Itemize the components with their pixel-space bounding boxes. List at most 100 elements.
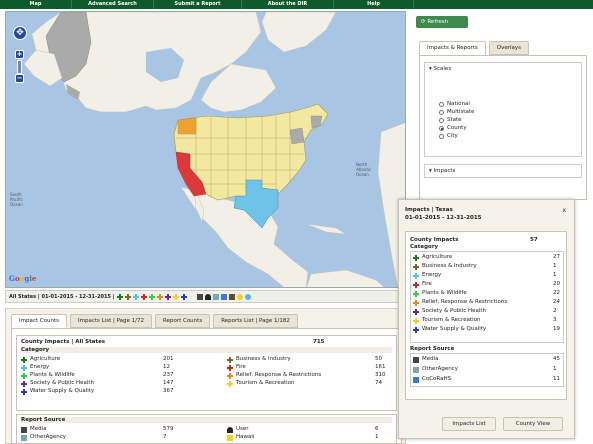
popup-category-count: 1 xyxy=(553,272,557,278)
report-source-section: Report Source Media 579 OtherAgency 7 Us… xyxy=(16,414,397,444)
google-logo: Google xyxy=(9,274,37,283)
source-count: 579 xyxy=(163,426,174,432)
globe-filter-icon[interactable] xyxy=(244,293,251,300)
relief-icon xyxy=(413,299,419,306)
tab-overlays[interactable]: Overlays xyxy=(488,41,530,55)
popup-source-row: Media xyxy=(413,356,439,363)
popup-source-list: Media 45 OtherAgency 1 CoCoRaHS 11 xyxy=(410,353,564,387)
popup-content: County Impacts 57 Category Agriculture 2… xyxy=(405,231,567,400)
popup-category-label: Plants & Wildlife xyxy=(422,290,467,296)
relief-filter-icon[interactable] xyxy=(156,293,163,300)
agriculture-icon xyxy=(413,254,419,261)
nav-about[interactable]: About the DIR xyxy=(242,0,334,9)
plants-filter-icon[interactable] xyxy=(148,293,155,300)
media-icon xyxy=(413,356,419,363)
popup-report-source-header: Report Source xyxy=(410,346,455,352)
plants-wildlife-icon xyxy=(21,372,27,379)
map-graphic xyxy=(23,12,405,287)
options-panel: ▾ Scales National Multistate State Count… xyxy=(419,55,587,200)
scales-header[interactable]: ▾ Scales xyxy=(429,66,451,72)
category-label: Energy xyxy=(30,364,50,370)
radio-multistate[interactable] xyxy=(439,110,444,115)
popup-category-row: Energy xyxy=(413,272,441,279)
popup-category-label: Tourism & Recreation xyxy=(422,317,481,323)
popup-category-row: Business & Industry xyxy=(413,263,477,270)
nav-advanced-search[interactable]: Advanced Search xyxy=(72,0,154,9)
relief-icon xyxy=(227,372,233,379)
popup-category-label: Business & Industry xyxy=(422,263,477,269)
impacts-label: Impacts xyxy=(433,168,456,174)
popup-category-count: 19 xyxy=(553,326,560,332)
close-icon[interactable]: x xyxy=(562,207,566,214)
popup-source-row: OtherAgency xyxy=(413,366,458,373)
tab-impact-counts[interactable]: Impact Counts xyxy=(11,314,67,328)
society-filter-icon[interactable] xyxy=(164,293,171,300)
county-view-button[interactable]: County View xyxy=(503,417,563,431)
agriculture-filter-icon[interactable] xyxy=(116,293,123,300)
scale-option[interactable]: State xyxy=(439,117,462,124)
source-label: Media xyxy=(30,426,47,432)
scale-option[interactable]: County xyxy=(439,125,467,132)
category-row: Society & Public Health xyxy=(21,380,94,387)
impacts-header[interactable]: ▾ Impacts xyxy=(429,168,455,174)
nav-submit-report[interactable]: Submit a Report xyxy=(154,0,242,9)
pan-control-icon[interactable]: ✥ xyxy=(13,26,27,40)
category-count: 201 xyxy=(163,356,174,362)
top-nav: Map Advanced Search Submit a Report Abou… xyxy=(0,0,593,9)
impacts-popup: Impacts | Texas x 01-01-2015 - 12-31-201… xyxy=(398,199,575,439)
sun-filter-icon[interactable] xyxy=(236,293,243,300)
scale-option[interactable]: Multistate xyxy=(439,109,474,116)
user-filter-icon[interactable] xyxy=(204,293,211,300)
zoom-slider[interactable] xyxy=(17,60,22,74)
category-count: 12 xyxy=(163,364,170,370)
water-icon xyxy=(21,388,27,395)
popup-date-range: 01-01-2015 - 12-31-2015 xyxy=(405,215,482,221)
refresh-button[interactable]: ⟳ Refresh xyxy=(416,16,468,28)
tab-report-counts[interactable]: Report Counts xyxy=(155,314,211,328)
radio-national[interactable] xyxy=(439,102,444,107)
nav-help[interactable]: Help xyxy=(334,0,414,9)
zoom-out-button[interactable]: − xyxy=(15,74,24,83)
zoom-in-button[interactable]: + xyxy=(15,50,24,59)
popup-category-list: Agriculture 27 Business & Industry 1 Ene… xyxy=(410,251,564,343)
scale-option[interactable]: National xyxy=(439,101,470,108)
popup-category-row: Fire xyxy=(413,281,432,288)
hawaii-filter-icon[interactable] xyxy=(228,293,235,300)
fire-icon xyxy=(227,364,233,371)
fire-filter-icon[interactable] xyxy=(140,293,147,300)
county-impacts-total: 715 xyxy=(313,339,325,345)
media-filter-icon[interactable] xyxy=(196,293,203,300)
popup-category-row: Tourism & Recreation xyxy=(413,317,481,324)
tab-reports-list[interactable]: Reports List | Page 1/182 xyxy=(213,314,298,328)
south-pacific-label: South Pacific Ocean xyxy=(10,192,23,207)
category-count: 310 xyxy=(375,372,386,378)
filter-bar: All States | 01-01-2015 - 12-31-2015 | xyxy=(5,290,406,303)
business-filter-icon[interactable] xyxy=(124,293,131,300)
source-count: 1 xyxy=(375,434,379,440)
category-row: Business & Industry xyxy=(227,356,291,363)
popup-county-impacts: County Impacts xyxy=(410,237,459,243)
map-canvas[interactable]: North Atlantic Ocean South Pacific Ocean… xyxy=(5,11,406,288)
radio-county[interactable] xyxy=(439,126,444,131)
scale-label: County xyxy=(447,125,467,131)
nav-map[interactable]: Map xyxy=(0,0,72,9)
popup-category-count: 3 xyxy=(553,317,557,323)
scale-option[interactable]: City xyxy=(439,133,458,140)
radio-city[interactable] xyxy=(439,134,444,139)
scale-label: Multistate xyxy=(447,109,475,115)
energy-filter-icon[interactable] xyxy=(132,293,139,300)
tab-impacts-list[interactable]: Impacts List | Page 1/72 xyxy=(69,314,152,328)
source-count: 6 xyxy=(375,426,379,432)
popup-category-count: 20 xyxy=(553,281,560,287)
impacts-list-button[interactable]: Impacts List xyxy=(442,417,496,431)
tourism-filter-icon[interactable] xyxy=(172,293,179,300)
category-label: Plants & Wildlife xyxy=(30,372,75,378)
category-count: 161 xyxy=(375,364,386,370)
tab-impacts-reports[interactable]: Impacts & Reports xyxy=(419,41,486,55)
category-row: Agriculture xyxy=(21,356,60,363)
popup-category-label: Agriculture xyxy=(422,254,453,260)
water-filter-icon[interactable] xyxy=(180,293,187,300)
agency-filter-icon[interactable] xyxy=(212,293,219,300)
radio-state[interactable] xyxy=(439,118,444,123)
cocorahs-filter-icon[interactable] xyxy=(220,293,227,300)
